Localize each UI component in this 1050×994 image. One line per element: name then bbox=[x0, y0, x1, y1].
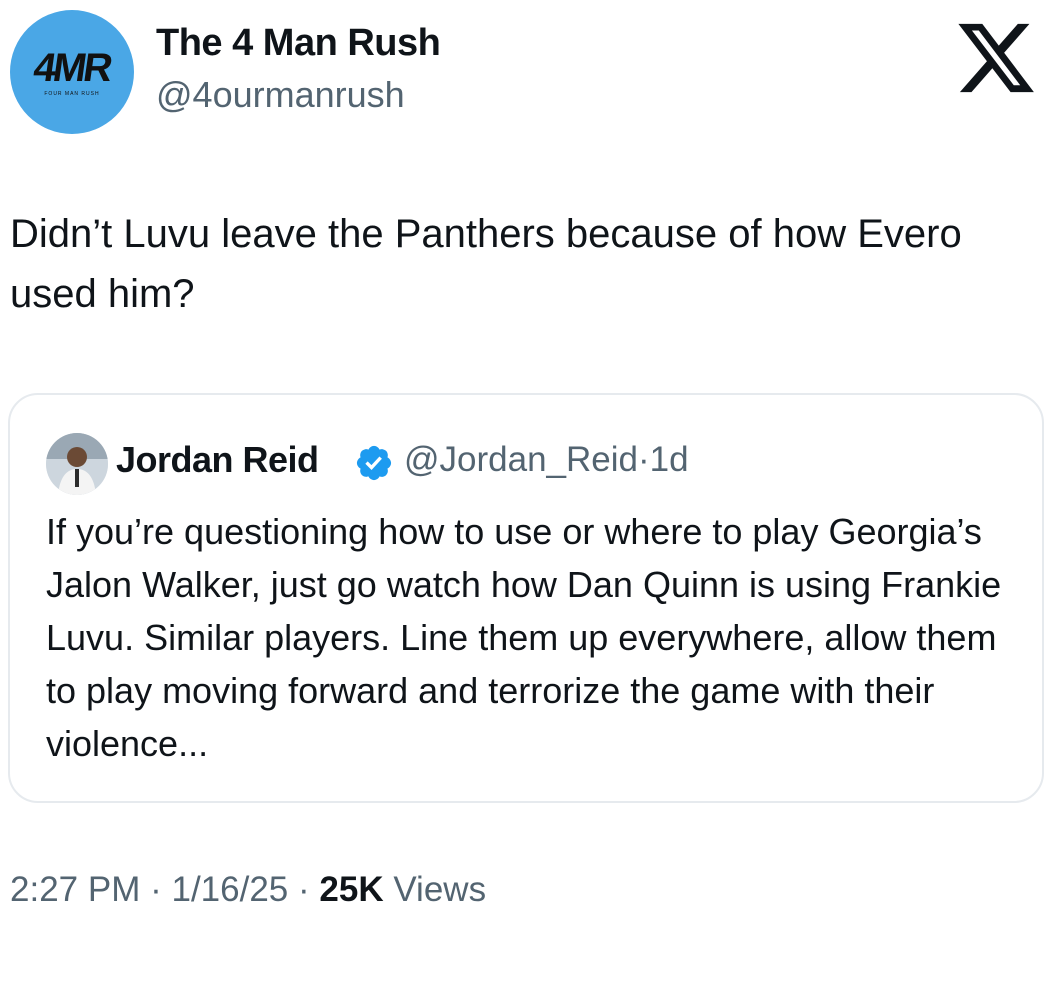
footer-separator: · bbox=[298, 870, 310, 909]
author-handle[interactable]: @4ourmanrush bbox=[156, 74, 405, 116]
meta-separator: · bbox=[638, 440, 650, 479]
quoted-tweet[interactable]: Jordan Reid @Jordan_Reid·1d If you’re qu… bbox=[8, 393, 1044, 803]
tweet-time[interactable]: 2:27 PM bbox=[10, 870, 140, 909]
author-avatar-logo: 4MR bbox=[31, 45, 113, 90]
quoted-handle[interactable]: @Jordan_Reid bbox=[404, 440, 638, 479]
quoted-author-avatar[interactable] bbox=[46, 433, 108, 495]
views-count: 25K bbox=[319, 870, 384, 909]
views-label: Views bbox=[393, 870, 487, 909]
x-logo-icon bbox=[958, 23, 1034, 93]
quoted-tweet-text: If you’re questioning how to use or wher… bbox=[46, 511, 1002, 764]
tweet-date[interactable]: 1/16/25 bbox=[171, 870, 288, 909]
tweet-text: Didn’t Luvu leave the Panthers because o… bbox=[10, 212, 962, 316]
author-avatar[interactable]: 4MR FOUR MAN RUSH bbox=[10, 10, 134, 134]
profile-photo-icon bbox=[46, 433, 108, 495]
quoted-display-name[interactable]: Jordan Reid bbox=[116, 439, 319, 481]
quoted-meta: @Jordan_Reid·1d bbox=[404, 440, 689, 480]
author-avatar-subtext: FOUR MAN RUSH bbox=[44, 90, 100, 97]
author-display-name[interactable]: The 4 Man Rush bbox=[156, 22, 441, 65]
quoted-time-ago[interactable]: 1d bbox=[650, 440, 689, 479]
tweet-footer: 2:27 PM · 1/16/25 · 25K Views bbox=[10, 870, 486, 910]
tweet-card: 4MR FOUR MAN RUSH The 4 Man Rush @4ourma… bbox=[0, 0, 1050, 994]
verified-badge-icon bbox=[356, 445, 392, 481]
footer-separator: · bbox=[150, 870, 162, 909]
